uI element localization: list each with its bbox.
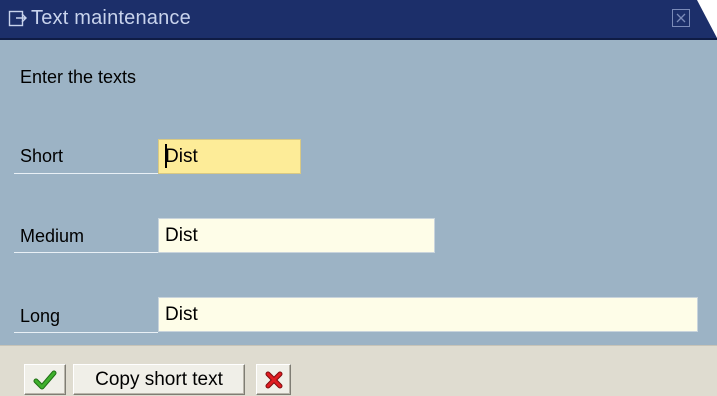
long-label-underline (14, 332, 158, 333)
title-bar-corner (697, 0, 717, 38)
text-maintenance-dialog: Text maintenance Enter the texts Short M… (0, 0, 717, 396)
window-title: Text maintenance (31, 7, 191, 29)
green-checkmark-icon (33, 370, 57, 389)
short-text-field[interactable] (158, 139, 301, 174)
long-label: Long (20, 306, 61, 326)
cancel-button[interactable] (256, 364, 291, 395)
confirm-button[interactable] (24, 364, 66, 395)
instruction-text: Enter the texts (20, 67, 137, 87)
button-toolbar: Copy short text (0, 345, 717, 396)
close-icon[interactable] (672, 9, 690, 27)
short-label: Short (20, 146, 64, 166)
long-text-field[interactable] (158, 297, 698, 332)
title-bar[interactable]: Text maintenance (0, 0, 717, 40)
medium-label-underline (14, 252, 158, 253)
medium-label: Medium (20, 226, 85, 246)
short-label-underline (14, 173, 158, 174)
medium-text-field[interactable] (158, 218, 435, 253)
text-cursor (165, 144, 167, 168)
window-icon (8, 10, 27, 27)
copy-short-text-button[interactable]: Copy short text (73, 364, 245, 395)
red-x-icon (265, 371, 282, 388)
